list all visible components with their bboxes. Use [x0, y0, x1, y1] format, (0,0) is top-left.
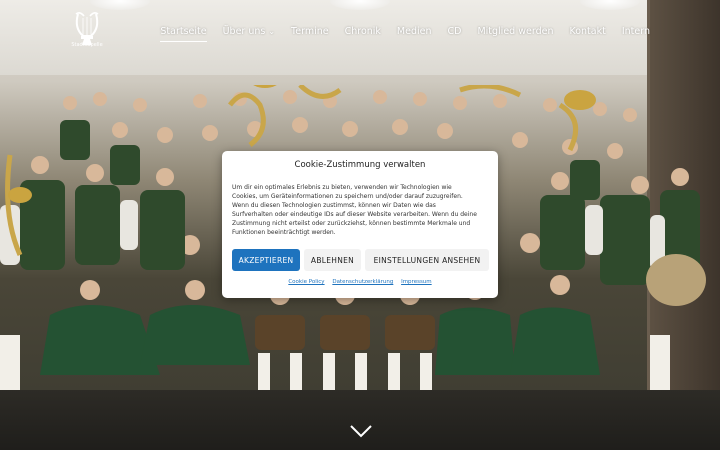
nav-label: Kontakt	[569, 26, 606, 37]
nav-label: Termine	[291, 26, 329, 37]
nav-item-ueber-uns[interactable]: Über uns ⌄	[215, 24, 283, 40]
nav-item-cd[interactable]: CD	[440, 24, 470, 40]
nav-label: Mitglied werden	[477, 26, 554, 37]
nav-item-chronik[interactable]: Chronik	[337, 24, 389, 40]
nav-label: CD	[447, 26, 462, 37]
nav-label: Medien	[396, 26, 432, 37]
nav-item-kontakt[interactable]: Kontakt	[561, 24, 613, 40]
cookie-dialog-title: Cookie-Zustimmung verwalten	[294, 160, 426, 170]
nav-label: Startseite	[160, 26, 207, 37]
nav-item-medien[interactable]: Medien	[389, 24, 440, 40]
chevron-down-icon: ⌄	[268, 27, 276, 36]
imprint-link[interactable]: Impressum	[401, 279, 432, 285]
nav-item-startseite[interactable]: Startseite	[152, 24, 214, 42]
cookie-policy-link[interactable]: Cookie Policy	[288, 279, 324, 285]
nav-label: Chronik	[344, 26, 381, 37]
hero-floor	[0, 390, 720, 450]
nav-item-intern[interactable]: Intern	[614, 24, 650, 40]
cookie-dialog-text: Um dir ein optimales Erlebnis zu bieten,…	[232, 184, 477, 236]
chevron-down-icon[interactable]	[350, 424, 372, 438]
logo-caption: Stadtkapelle	[71, 42, 103, 48]
nav-label: Intern	[621, 26, 650, 37]
nav-item-termine[interactable]: Termine	[283, 24, 337, 40]
privacy-policy-link[interactable]: Datenschutzerklärung	[332, 279, 393, 285]
decline-button[interactable]: ABLEHNEN	[304, 249, 361, 271]
accept-button[interactable]: AKZEPTIEREN	[232, 249, 300, 271]
cookie-consent-dialog: Cookie-Zustimmung verwalten Um dir ein o…	[222, 151, 498, 298]
view-settings-button[interactable]: EINSTELLUNGEN ANSEHEN	[365, 249, 489, 271]
cookie-links: Cookie Policy Datenschutzerklärung Impre…	[222, 279, 498, 285]
nav-item-mitglied-werden[interactable]: Mitglied werden	[469, 24, 561, 40]
main-navigation: Startseite Über uns ⌄ Termine Chronik Med…	[152, 24, 650, 42]
nav-label: Über uns	[222, 26, 266, 37]
site-header: Stadtkapelle Startseite Über uns ⌄ Termin…	[0, 0, 720, 62]
